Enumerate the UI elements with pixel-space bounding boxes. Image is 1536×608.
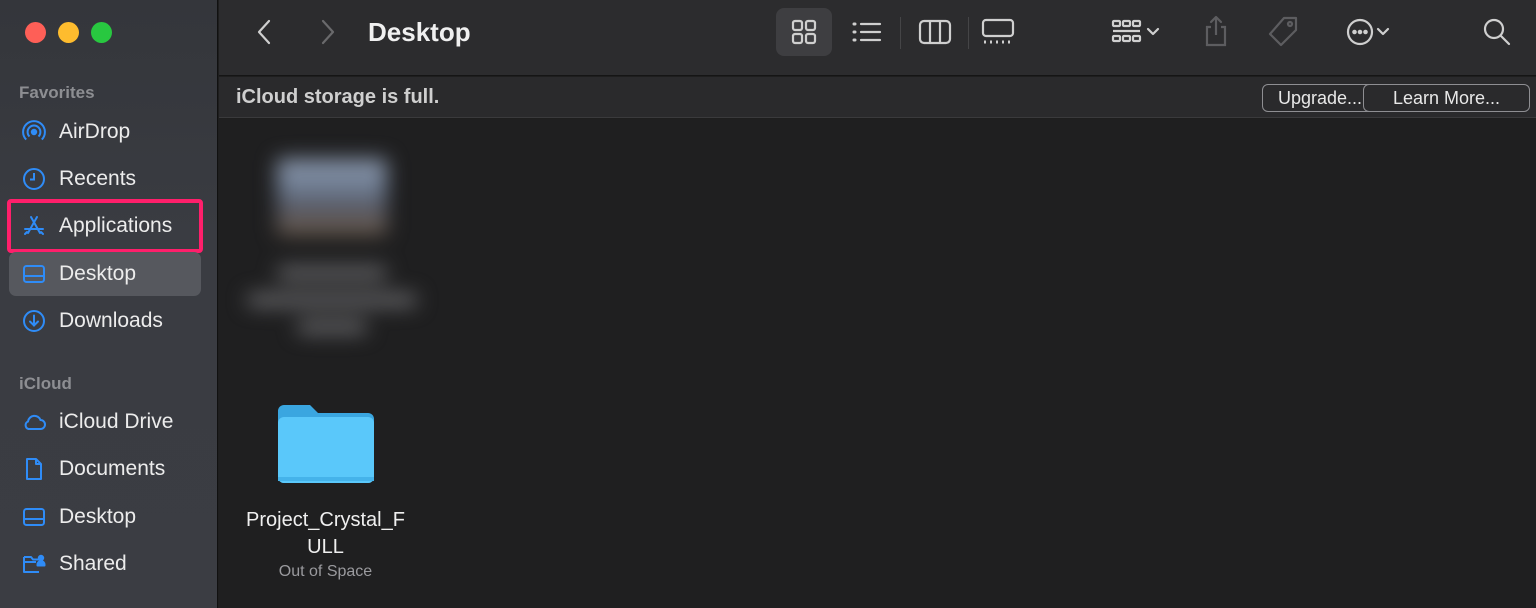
tag-button[interactable] (1263, 12, 1303, 52)
sidebar-item-icloud-drive[interactable]: iCloud Drive (9, 400, 201, 444)
window-controls (25, 22, 112, 43)
column-view-icon (918, 19, 952, 45)
folder-name-line-1: Project_Crystal_F (246, 509, 405, 531)
sidebar-item-applications[interactable]: Applications (7, 199, 203, 253)
group-by-button[interactable] (1103, 12, 1169, 52)
clock-icon (9, 166, 59, 192)
document-icon (9, 456, 59, 482)
share-icon (1205, 15, 1227, 47)
search-icon (1483, 18, 1511, 46)
window-title: Desktop (368, 17, 471, 47)
tag-icon (1268, 16, 1298, 47)
chevron-right-icon (321, 19, 335, 45)
sidebar-item-label: Downloads (59, 309, 163, 332)
minimize-window-button[interactable] (58, 22, 79, 43)
cloud-icon (9, 409, 59, 435)
sidebar-item-recents[interactable]: Recents (9, 157, 201, 201)
file-thumbnail (277, 159, 387, 234)
icloud-storage-banner: iCloud storage is full. Upgrade... Learn… (219, 77, 1536, 118)
close-window-button[interactable] (25, 22, 46, 43)
list-view-button[interactable] (845, 12, 889, 52)
grid-view-icon (791, 19, 817, 45)
airdrop-icon (9, 119, 59, 145)
sidebar-item-label: Desktop (59, 262, 137, 285)
forward-button[interactable] (311, 16, 343, 48)
sidebar-item-label: Applications (59, 214, 173, 237)
sidebar-item-label: Recents (59, 167, 137, 190)
blurred-file-item[interactable] (237, 149, 417, 349)
sidebar-item-shared[interactable]: Shared (9, 542, 201, 586)
sidebar: Favorites AirDrop Recents Applications D… (0, 0, 218, 608)
ellipsis-circle-icon (1346, 18, 1374, 46)
learn-more-button[interactable]: Learn More... (1363, 84, 1530, 112)
sidebar-section-favorites: Favorites (19, 83, 95, 102)
sidebar-item-label: Documents (59, 457, 166, 480)
zoom-window-button[interactable] (91, 22, 112, 43)
sidebar-item-icloud-desktop[interactable]: Desktop (9, 495, 201, 539)
file-area[interactable]: Project_Crystal_F ULL Out of Space (219, 119, 1536, 608)
folder-icon (277, 405, 374, 483)
sidebar-item-airdrop[interactable]: AirDrop (9, 110, 201, 154)
sidebar-item-downloads[interactable]: Downloads (9, 299, 201, 343)
desktop-icon (9, 504, 59, 530)
desktop-icon (9, 261, 59, 287)
group-icon (1111, 19, 1142, 43)
applications-icon (9, 213, 59, 239)
folder-name-line-2: ULL (307, 536, 344, 558)
sidebar-item-label: AirDrop (59, 120, 131, 143)
sidebar-item-label: Desktop (59, 505, 137, 528)
more-actions-button[interactable] (1335, 12, 1401, 52)
banner-message: iCloud storage is full. (236, 86, 440, 108)
share-button[interactable] (1199, 10, 1233, 52)
gallery-view-icon (981, 18, 1015, 44)
sidebar-item-label: iCloud Drive (59, 410, 174, 433)
sidebar-item-label: Shared (59, 552, 127, 575)
icon-view-button[interactable] (776, 8, 832, 56)
sidebar-item-desktop[interactable]: Desktop (9, 252, 201, 296)
chevron-down-icon (1376, 27, 1390, 36)
download-icon (9, 308, 59, 334)
sidebar-item-documents[interactable]: Documents (9, 447, 201, 491)
chevron-down-icon (1146, 27, 1160, 36)
folder-item[interactable]: Project_Crystal_F ULL Out of Space (233, 399, 418, 581)
search-button[interactable] (1479, 14, 1515, 50)
folder-status: Out of Space (278, 563, 373, 580)
shared-folder-icon (9, 551, 59, 577)
list-view-icon (852, 22, 882, 42)
back-button[interactable] (249, 16, 281, 48)
gallery-view-button[interactable] (976, 12, 1020, 52)
sidebar-section-icloud: iCloud (19, 374, 72, 393)
chevron-left-icon (257, 19, 271, 45)
upgrade-button[interactable]: Upgrade... (1262, 84, 1378, 112)
column-view-button[interactable] (913, 12, 957, 52)
toolbar: Desktop (219, 0, 1536, 76)
